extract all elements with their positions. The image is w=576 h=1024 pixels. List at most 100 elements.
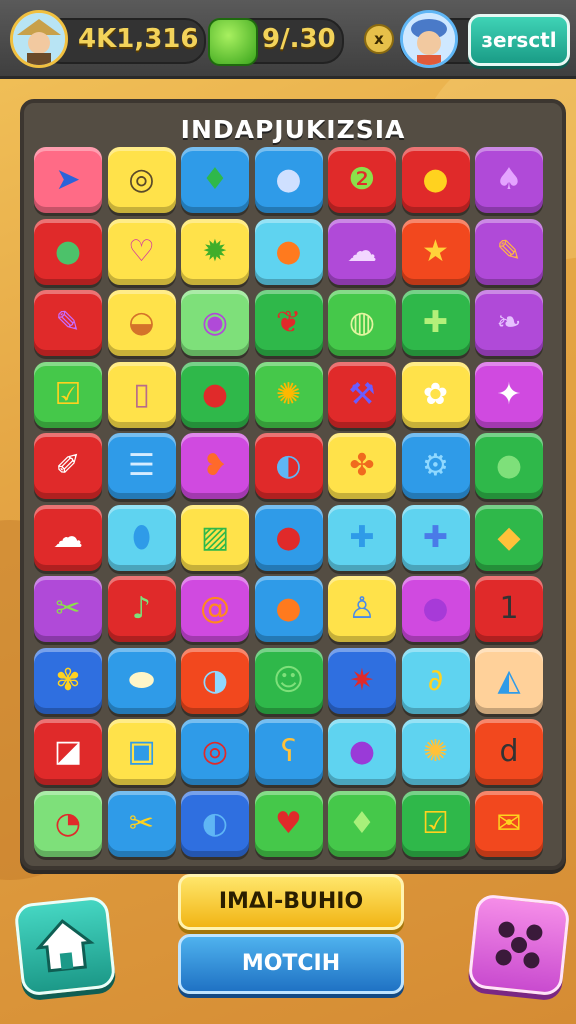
game-tile[interactable]: ◍ <box>328 290 396 356</box>
game-tile[interactable]: ♡ <box>107 218 176 285</box>
game-tile[interactable]: ▨ <box>181 504 249 571</box>
game-tile[interactable]: ● <box>328 719 396 785</box>
game-tile[interactable]: ● <box>401 147 470 213</box>
lime-icon: ● <box>495 448 523 483</box>
swirl-yellow-icon: ∂ <box>427 662 444 698</box>
game-tile[interactable]: ʕ <box>254 719 323 785</box>
game-tile[interactable]: ♦ <box>181 147 249 213</box>
game-tile[interactable]: ● <box>34 218 102 285</box>
game-tile[interactable]: ● <box>401 576 470 642</box>
paper-icon: ✉ <box>496 805 522 841</box>
game-tile[interactable]: ◐ <box>181 790 249 857</box>
game-tile[interactable]: ✦ <box>475 361 543 428</box>
gears-icon: ⚙ <box>422 448 449 483</box>
game-tile[interactable]: ✎ <box>475 218 543 285</box>
plum-icon: ● <box>422 591 449 626</box>
game-tile[interactable]: ∂ <box>401 647 470 714</box>
game-tile[interactable]: ✿ <box>401 361 470 428</box>
game-tile[interactable]: ● <box>254 504 323 571</box>
game-tile[interactable]: ☁ <box>34 504 102 571</box>
game-tile[interactable]: ▣ <box>107 719 176 785</box>
boy-avatar-icon <box>403 13 455 65</box>
bow-icon: ✤ <box>349 448 375 483</box>
game-tile[interactable]: ▯ <box>107 361 176 428</box>
game-tile[interactable]: ⬬ <box>107 647 176 714</box>
game-tile[interactable]: ♦ <box>328 790 396 857</box>
player-avatar[interactable] <box>10 10 68 68</box>
list-icon: ☰ <box>128 448 155 483</box>
game-tile[interactable]: ❷ <box>328 147 396 213</box>
game-tile[interactable]: ❧ <box>475 290 543 356</box>
game-tile[interactable]: ◎ <box>181 719 249 785</box>
game-tile[interactable]: ◔ <box>34 790 102 857</box>
game-tile[interactable]: ☺ <box>254 647 323 714</box>
game-tile[interactable]: ➤ <box>34 147 102 213</box>
game-tile[interactable]: ✉ <box>475 790 543 857</box>
game-tile[interactable]: d <box>475 719 543 785</box>
game-tile[interactable]: ★ <box>401 218 470 285</box>
game-tile[interactable]: ✤ <box>328 433 396 499</box>
game-tile[interactable]: ⬮ <box>107 504 176 571</box>
plus-flower-icon: ✚ <box>422 519 449 555</box>
apple-icon: ● <box>201 376 229 412</box>
game-tile[interactable]: ☁ <box>328 218 396 285</box>
game-tile[interactable]: ♪ <box>107 576 176 642</box>
game-tile[interactable]: ✾ <box>34 647 102 714</box>
game-tile[interactable]: ✚ <box>401 290 470 356</box>
game-tile[interactable]: ⚒ <box>328 361 396 428</box>
wing-icon: ❧ <box>496 305 522 340</box>
game-tile[interactable]: ✎ <box>34 290 102 356</box>
dice-icon <box>495 921 543 969</box>
game-tile[interactable]: ● <box>254 147 323 213</box>
game-tile[interactable]: ◆ <box>475 504 543 571</box>
hammer-icon: ⚒ <box>348 376 376 412</box>
game-tile[interactable]: ❥ <box>181 433 249 499</box>
game-tile[interactable]: ● <box>254 576 323 642</box>
strawberry-icon: ♥ <box>275 805 302 841</box>
game-tile[interactable]: ⚙ <box>401 433 470 499</box>
game-tile[interactable]: ✹ <box>181 218 249 285</box>
lemon-icon: ● <box>422 162 449 197</box>
game-tile[interactable]: ♙ <box>328 576 396 642</box>
flower-icon: ✾ <box>55 662 81 698</box>
face-icon: ☺ <box>272 662 305 698</box>
rose-icon: ◎ <box>201 734 229 769</box>
top-right-button[interactable]: зersctl <box>468 14 570 66</box>
game-tile[interactable]: ● <box>475 433 543 499</box>
pepper-icon: ❦ <box>275 305 302 340</box>
game-tile[interactable]: ◒ <box>107 290 176 356</box>
game-tile[interactable]: ◎ <box>107 147 176 213</box>
game-tile[interactable]: @ <box>181 576 249 642</box>
game-tile[interactable]: ✐ <box>34 433 102 499</box>
kite-icon: ◭ <box>497 662 521 698</box>
home-icon <box>35 919 95 973</box>
game-tile[interactable]: ✂ <box>107 790 176 857</box>
shuffle-button[interactable] <box>467 893 571 997</box>
secondary-action-button[interactable]: MOTCIH <box>178 934 404 994</box>
game-tile[interactable]: ♠ <box>475 147 543 213</box>
game-tile[interactable]: ✚ <box>401 504 470 571</box>
game-tile[interactable]: ◑ <box>181 647 249 714</box>
clock-icon: ◔ <box>54 805 82 841</box>
game-tile[interactable]: ◉ <box>181 290 249 356</box>
game-tile[interactable]: ❦ <box>254 290 323 356</box>
game-tile[interactable]: ◪ <box>34 719 102 785</box>
close-icon[interactable]: x <box>364 24 394 54</box>
game-tile[interactable]: ◐ <box>254 433 323 499</box>
game-tile[interactable]: ✂ <box>34 576 102 642</box>
game-tile[interactable]: ✷ <box>328 647 396 714</box>
game-tile[interactable]: ◭ <box>475 647 543 714</box>
game-tile[interactable]: ✺ <box>254 361 323 428</box>
game-tile[interactable]: ☰ <box>107 433 176 499</box>
game-tile[interactable]: ♥ <box>254 790 323 857</box>
game-tile[interactable]: ☑ <box>34 361 102 428</box>
game-tile[interactable]: ● <box>181 361 249 428</box>
game-tile[interactable]: ● <box>254 218 323 285</box>
player-two-avatar[interactable] <box>400 10 458 68</box>
primary-action-button[interactable]: IMΔI-BUHIO <box>178 874 404 930</box>
game-tile[interactable]: ✚ <box>328 504 396 571</box>
game-tile[interactable]: ✺ <box>401 719 470 785</box>
game-tile[interactable]: 1 <box>475 576 543 642</box>
home-button[interactable] <box>13 895 117 997</box>
game-tile[interactable]: ☑ <box>401 790 470 857</box>
